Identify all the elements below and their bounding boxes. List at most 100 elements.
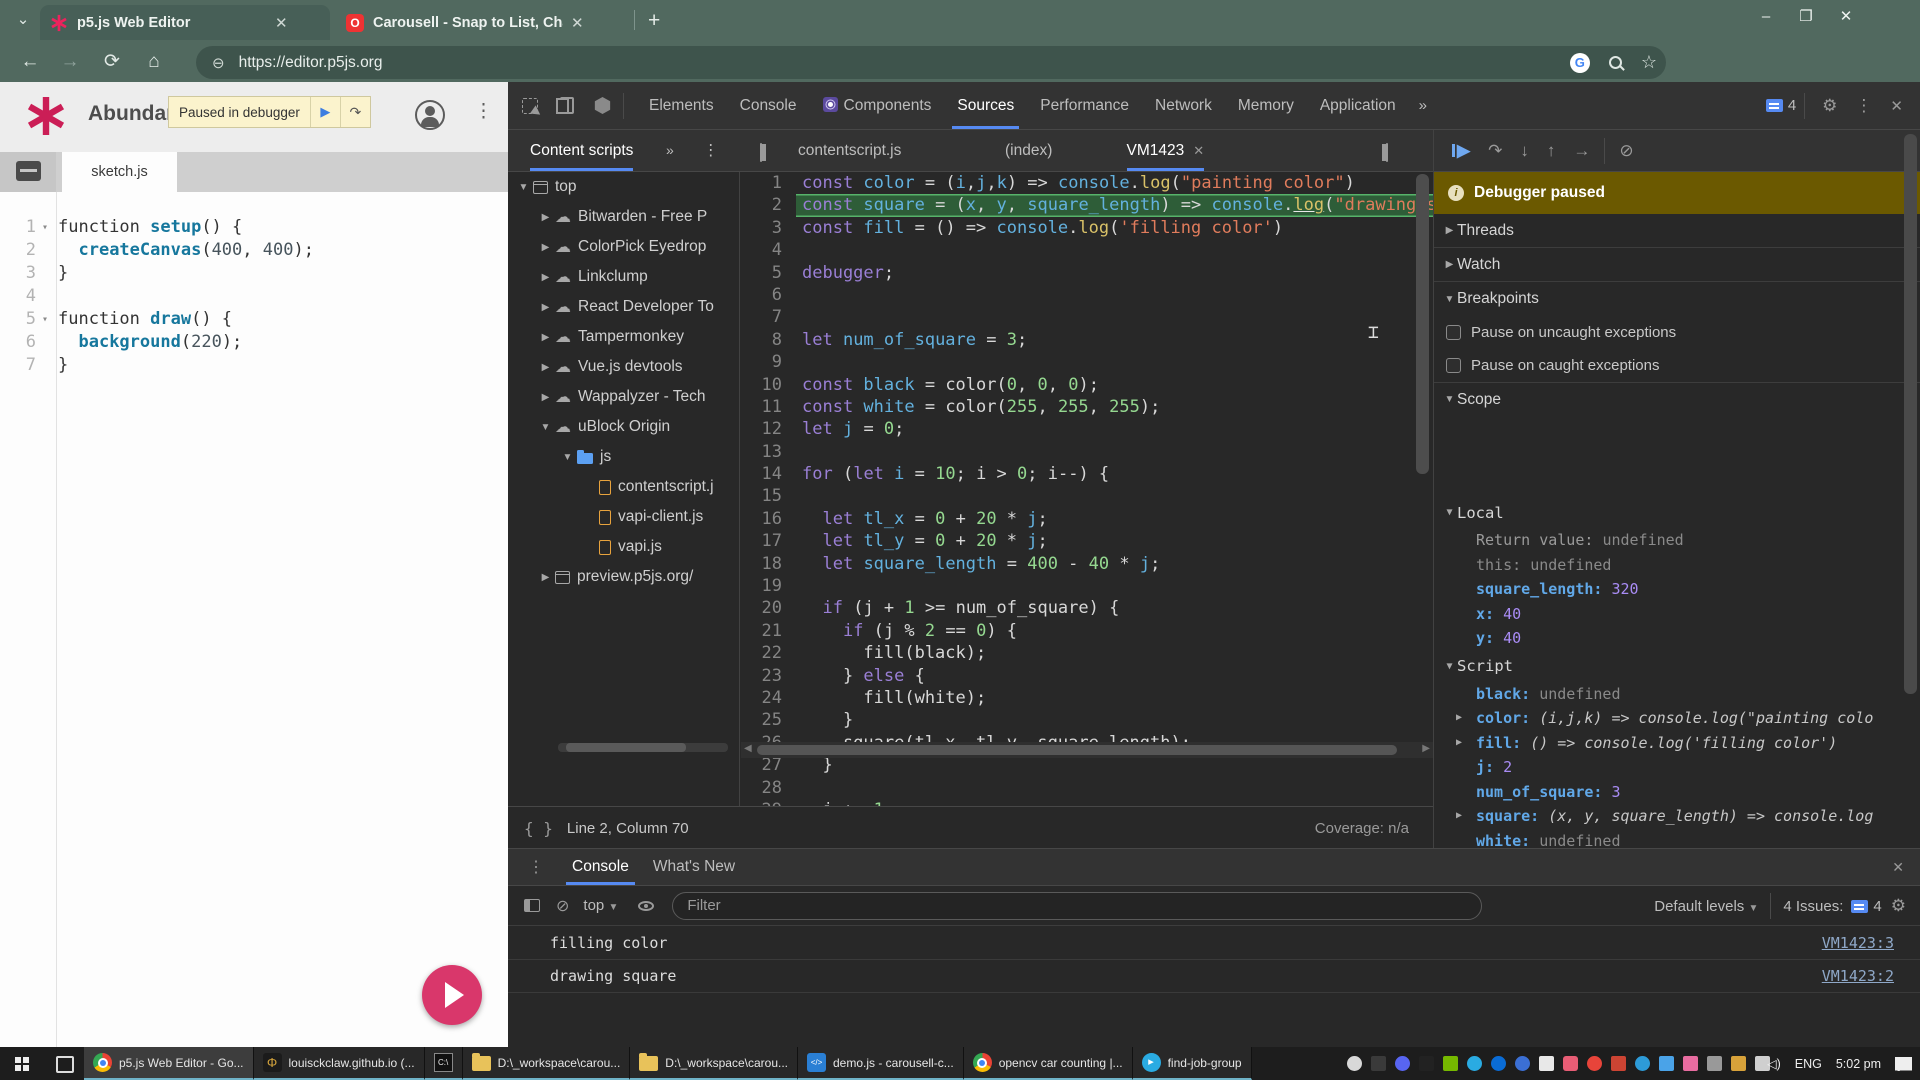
console-message[interactable]: filling colorVM1423:3 <box>508 927 1920 960</box>
tree-item-tampermonkey[interactable]: ▶☁Tampermonkey <box>508 322 739 352</box>
scope-section[interactable]: ▼Scope <box>1434 382 1920 416</box>
source-line-9[interactable]: 9 <box>741 351 1433 373</box>
scope-var-returnvalue[interactable]: Return value: undefined <box>1434 528 1920 553</box>
devtools-tab-memory[interactable]: Memory <box>1225 82 1307 129</box>
extension-gem-icon[interactable] <box>594 97 611 114</box>
breakpoints-section[interactable]: ▼Breakpoints <box>1434 282 1920 316</box>
sidebar-vscrollbar[interactable] <box>1904 130 1917 851</box>
music-tray-icon[interactable] <box>1563 1056 1578 1071</box>
window-maximize-button[interactable]: ❐ <box>1786 0 1826 34</box>
device-toolbar-icon[interactable] <box>560 97 574 114</box>
scope-var-color[interactable]: ▶color: (i,j,k) => console.log("painting… <box>1434 706 1920 731</box>
drawer-tab-console[interactable]: Console <box>560 849 641 885</box>
issues-count[interactable]: 4 <box>1788 97 1796 114</box>
shard-tray-icon[interactable] <box>1419 1056 1434 1071</box>
taskbar-app-d---workspace-carou---[interactable]: D:\_workspace\carou... <box>463 1047 631 1080</box>
collapse-navigator-icon[interactable] <box>760 143 762 162</box>
devtools-tab-sources[interactable]: Sources <box>944 82 1027 129</box>
p5-code-line-4[interactable]: 4 <box>0 285 508 308</box>
drawer-close-icon[interactable]: ✕ <box>1892 859 1904 876</box>
watch-section[interactable]: ▶Watch <box>1434 248 1920 282</box>
file-tab-contentscriptjs[interactable]: contentscript.js <box>798 130 901 171</box>
source-line-8[interactable]: 8let num_of_square = 3; <box>741 329 1433 351</box>
source-line-4[interactable]: 4 <box>741 239 1433 261</box>
mouse-tray-icon[interactable] <box>1347 1056 1362 1071</box>
source-line-21[interactable]: 21 if (j % 2 == 0) { <box>741 620 1433 642</box>
tree-item-preview-p5js-org-[interactable]: ▶preview.p5js.org/ <box>508 562 739 592</box>
address-bar[interactable]: ⊖ https://editor.p5js.org G ☆ <box>196 46 1666 79</box>
scope-var-this[interactable]: this: undefined <box>1434 553 1920 578</box>
file-tab-vm1423[interactable]: VM1423✕ <box>1127 130 1205 171</box>
cup-tray-icon[interactable] <box>1659 1056 1674 1071</box>
notification-center-icon[interactable] <box>1895 1057 1912 1071</box>
tree-item-colorpick-eyedrop[interactable]: ▶☁ColorPick Eyedrop <box>508 232 739 262</box>
editor-vscrollbar[interactable] <box>1416 174 1429 834</box>
source-line-15[interactable]: 15 <box>741 485 1433 507</box>
fold-icon[interactable]: ▾ <box>42 216 48 239</box>
context-selector[interactable]: top ▼ <box>583 897 618 914</box>
source-line-17[interactable]: 17 let tl_y = 0 + 20 * j; <box>741 530 1433 552</box>
issues-icon[interactable] <box>1766 99 1783 112</box>
window-minimize-button[interactable]: – <box>1746 0 1786 34</box>
tree-item-wappalyzer---tech[interactable]: ▶☁Wappalyzer - Tech <box>508 382 739 412</box>
telegram-tray-icon[interactable] <box>1467 1056 1482 1071</box>
step-into-icon[interactable]: ↓ <box>1520 141 1529 161</box>
source-line-20[interactable]: 20 if (j + 1 >= num_of_square) { <box>741 597 1433 619</box>
p5-code-line-6[interactable]: 6 background(220); <box>0 331 508 354</box>
tab-close-icon[interactable]: ✕ <box>275 14 288 32</box>
source-line-24[interactable]: 24 fill(white); <box>741 687 1433 709</box>
home-icon[interactable]: ⌂ <box>140 48 168 76</box>
tree-item-ublock-origin[interactable]: ▼☁uBlock Origin <box>508 412 739 442</box>
new-tab-button[interactable]: + <box>648 9 660 33</box>
scope-var-num_of_square[interactable]: num_of_square: 3 <box>1434 780 1920 805</box>
scope-group-script[interactable]: ▼Script <box>1434 651 1920 682</box>
shapes-tray-icon[interactable] <box>1683 1056 1698 1071</box>
tree-item-vapi-js[interactable]: vapi.js <box>508 532 739 562</box>
source-link[interactable]: VM1423:2 <box>1822 960 1894 993</box>
clear-console-icon[interactable]: ⊘ <box>556 896 569 916</box>
devtools-settings-icon[interactable]: ⚙ <box>1822 96 1837 116</box>
p5-menu-icon[interactable]: ⋮ <box>474 100 493 123</box>
source-line-23[interactable]: 23 } else { <box>741 665 1433 687</box>
taskbar-app-d---workspace-carou---[interactable]: D:\_workspace\carou... <box>630 1047 798 1080</box>
taskbar-app-opencv-car-counting-----[interactable]: opencv car counting |... <box>964 1047 1133 1080</box>
palette-tray-icon[interactable] <box>1731 1056 1746 1071</box>
file-tab-index[interactable]: (index) <box>1005 130 1052 171</box>
site-settings-icon[interactable]: ⊖ <box>212 54 225 72</box>
p5-code-line-2[interactable]: 2 createCanvas(400, 400); <box>0 239 508 262</box>
window-close-button[interactable]: ✕ <box>1826 0 1866 34</box>
taskbar-app-find-job-group[interactable]: ▸find-job-group <box>1133 1047 1252 1080</box>
file-tray-button[interactable] <box>0 152 56 192</box>
forward-icon[interactable]: → <box>56 48 84 76</box>
devtools-tab-elements[interactable]: Elements <box>636 82 727 129</box>
navigator-menu-icon[interactable]: ⋮ <box>703 130 719 171</box>
tree-item-linkclump[interactable]: ▶☁Linkclump <box>508 262 739 292</box>
navigator-hscrollbar[interactable] <box>558 743 728 752</box>
scope-group-local[interactable]: ▼Local <box>1434 497 1920 528</box>
scope-var-square[interactable]: ▶square: (x, y, square_length) => consol… <box>1434 804 1920 829</box>
devtools-tab-console[interactable]: Console <box>727 82 810 129</box>
tree-item-contentscript-j[interactable]: contentscript.j <box>508 472 739 502</box>
issues-link[interactable]: 4 Issues: <box>1783 898 1843 915</box>
log-levels-dropdown[interactable]: Default levels ▼ <box>1654 898 1758 915</box>
tree-item-js[interactable]: ▼js <box>508 442 739 472</box>
console-settings-icon[interactable]: ⚙ <box>1891 896 1906 916</box>
edit-tray-icon[interactable] <box>1611 1056 1626 1071</box>
clock[interactable]: 5:02 pm <box>1836 1057 1881 1071</box>
tree-item-top[interactable]: ▼top <box>508 172 739 202</box>
source-line-10[interactable]: 10const black = color(0, 0, 0); <box>741 374 1433 396</box>
source-line-22[interactable]: 22 fill(black); <box>741 642 1433 664</box>
tree-item-vapi-client-js[interactable]: vapi-client.js <box>508 502 739 532</box>
back-icon[interactable]: ← <box>16 48 44 76</box>
pretty-print-icon[interactable]: { } <box>524 819 553 838</box>
taskbar-app-louisckclaw-github-io-----[interactable]: Φlouisckclaw.github.io (... <box>254 1047 425 1080</box>
p5-code-line-7[interactable]: 7} <box>0 354 508 377</box>
source-line-5[interactable]: 5debugger; <box>741 262 1433 284</box>
file-tab-close-icon[interactable]: ✕ <box>1193 143 1204 158</box>
url-text[interactable]: https://editor.p5js.org <box>239 54 383 72</box>
nvidia-tray-icon[interactable] <box>1443 1056 1458 1071</box>
step-out-icon[interactable]: ↑ <box>1547 141 1556 161</box>
source-line-11[interactable]: 11const white = color(255, 255, 255); <box>741 396 1433 418</box>
source-line-7[interactable]: 7 <box>741 306 1433 328</box>
tab-search-icon[interactable]: ⌄ <box>10 8 36 34</box>
